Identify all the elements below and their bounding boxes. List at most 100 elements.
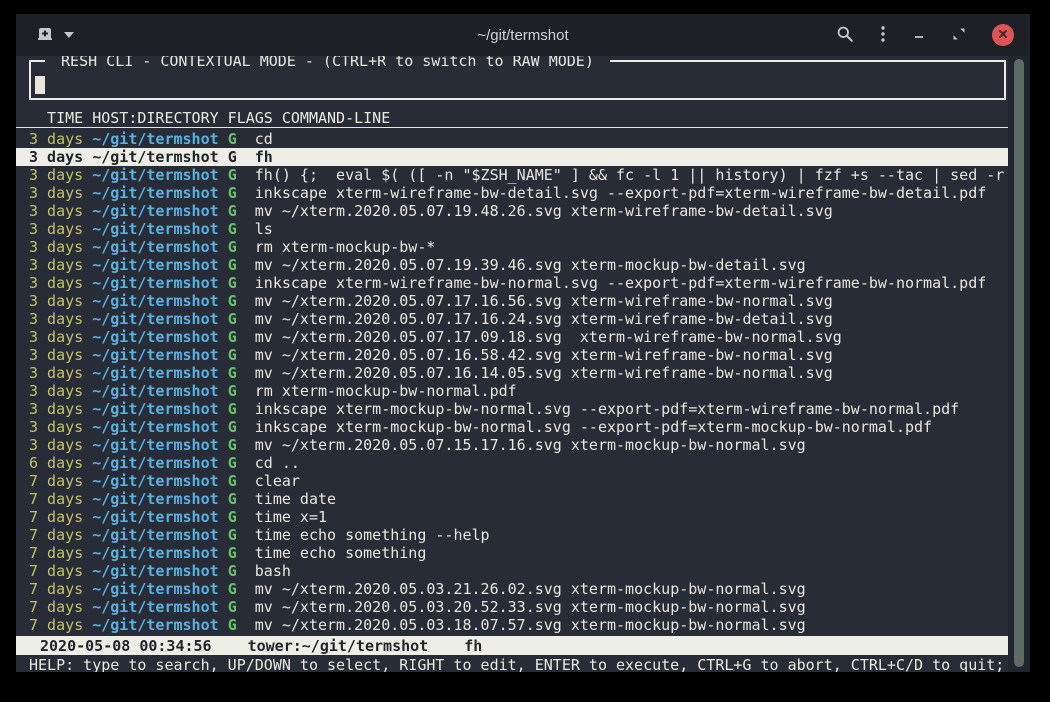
status-bar: 2020-05-08 00:34:56 tower:~/git/termshot… — [16, 636, 1008, 655]
history-row[interactable]: 3 days ~/git/termshot G mv ~/xterm.2020.… — [16, 436, 1008, 454]
status-host-dir: tower:~/git/termshot — [248, 637, 429, 655]
row-command: mv ~/xterm.2020.05.07.17.09.18.svg xterm… — [255, 328, 842, 346]
close-icon — [997, 28, 1009, 43]
row-command: mv ~/xterm.2020.05.07.15.17.16.svg xterm… — [255, 436, 806, 454]
history-row[interactable]: 7 days ~/git/termshot G time x=1 — [16, 508, 1008, 526]
search-box-title: RESH CLI - CONTEXTUAL MODE - (CTRL+R to … — [45, 56, 610, 70]
row-time: 3 days — [29, 256, 83, 274]
row-flags: G — [228, 562, 237, 580]
row-time: 3 days — [29, 274, 83, 292]
row-flags: G — [228, 580, 237, 598]
history-row[interactable]: 3 days ~/git/termshot G inkscape xterm-m… — [16, 418, 1008, 436]
row-time: 7 days — [29, 580, 83, 598]
history-row[interactable]: 3 days ~/git/termshot G mv ~/xterm.2020.… — [16, 256, 1008, 274]
history-row[interactable]: 6 days ~/git/termshot G cd .. — [16, 454, 1008, 472]
row-flags: G — [228, 490, 237, 508]
new-tab-button[interactable] — [36, 26, 54, 45]
row-time: 3 days — [29, 310, 83, 328]
history-row[interactable]: 3 days ~/git/termshot G inkscape xterm-w… — [16, 184, 1008, 202]
row-directory: ~/git/termshot — [92, 130, 218, 148]
row-directory: ~/git/termshot — [92, 418, 218, 436]
history-row[interactable]: 7 days ~/git/termshot G time date — [16, 490, 1008, 508]
row-directory: ~/git/termshot — [92, 508, 218, 526]
row-command: bash — [255, 562, 291, 580]
scrollbar-thumb[interactable] — [1014, 59, 1024, 667]
history-row[interactable]: 7 days ~/git/termshot G mv ~/xterm.2020.… — [16, 616, 1008, 634]
row-flags: G — [228, 274, 237, 292]
tab-dropdown-button[interactable] — [64, 32, 74, 38]
menu-button[interactable] — [880, 25, 886, 46]
search-icon — [836, 25, 854, 46]
new-tab-icon — [36, 26, 54, 45]
history-row[interactable]: 3 days ~/git/termshot G mv ~/xterm.2020.… — [16, 310, 1008, 328]
history-row[interactable]: 3 days ~/git/termshot G rm xterm-mockup-… — [16, 238, 1008, 256]
row-flags: G — [228, 346, 237, 364]
row-time: 3 days — [29, 382, 83, 400]
row-command: clear — [255, 472, 300, 490]
history-row[interactable]: 3 days ~/git/termshot G inkscape xterm-m… — [16, 400, 1008, 418]
history-row[interactable]: 3 days ~/git/termshot G inkscape xterm-w… — [16, 274, 1008, 292]
history-row[interactable]: 3 days ~/git/termshot G cd — [16, 130, 1008, 148]
row-flags: G — [228, 364, 237, 382]
row-flags: G — [228, 616, 237, 634]
row-command: cd — [255, 130, 273, 148]
terminal-window: ~/git/termshot — [16, 14, 1030, 672]
row-flags: G — [228, 148, 237, 166]
history-row[interactable]: 7 days ~/git/termshot G clear — [16, 472, 1008, 490]
history-row[interactable]: 3 days ~/git/termshot G rm xterm-mockup-… — [16, 382, 1008, 400]
desktop: { "window": { "title": "~/git/termshot",… — [0, 0, 1050, 702]
history-row[interactable]: 3 days ~/git/termshot G ls — [16, 220, 1008, 238]
row-command: rm xterm-mockup-bw-* — [255, 238, 436, 256]
row-directory: ~/git/termshot — [92, 454, 218, 472]
scrollbar[interactable] — [1008, 56, 1030, 672]
search-box[interactable]: RESH CLI - CONTEXTUAL MODE - (CTRL+R to … — [29, 60, 1006, 100]
row-directory: ~/git/termshot — [92, 490, 218, 508]
row-flags: G — [228, 166, 237, 184]
history-row[interactable]: 3 days ~/git/termshot G mv ~/xterm.2020.… — [16, 346, 1008, 364]
history-row[interactable]: 7 days ~/git/termshot G mv ~/xterm.2020.… — [16, 580, 1008, 598]
history-row[interactable]: 3 days ~/git/termshot G fh() {; eval $( … — [16, 166, 1008, 184]
row-directory: ~/git/termshot — [92, 562, 218, 580]
row-command: mv ~/xterm.2020.05.03.21.26.02.svg xterm… — [255, 580, 806, 598]
history-row[interactable]: 7 days ~/git/termshot G time echo someth… — [16, 526, 1008, 544]
row-directory: ~/git/termshot — [92, 274, 218, 292]
restore-button[interactable] — [952, 27, 966, 44]
row-flags: G — [228, 436, 237, 454]
row-time: 7 days — [29, 472, 83, 490]
row-time: 3 days — [29, 202, 83, 220]
row-flags: G — [228, 454, 237, 472]
row-time: 7 days — [29, 490, 83, 508]
row-time: 7 days — [29, 544, 83, 562]
row-directory: ~/git/termshot — [92, 598, 218, 616]
history-row[interactable]: 3 days ~/git/termshot G mv ~/xterm.2020.… — [16, 328, 1008, 346]
row-flags: G — [228, 418, 237, 436]
row-directory: ~/git/termshot — [92, 346, 218, 364]
row-flags: G — [228, 328, 237, 346]
history-row[interactable]: 7 days ~/git/termshot G bash — [16, 562, 1008, 580]
row-time: 3 days — [29, 364, 83, 382]
restore-icon — [952, 27, 966, 44]
history-row[interactable]: 7 days ~/git/termshot G time echo someth… — [16, 544, 1008, 562]
history-header: TIME HOST:DIRECTORY FLAGS COMMAND-LINE — [16, 109, 1008, 128]
minimize-button[interactable] — [912, 27, 926, 44]
row-directory: ~/git/termshot — [92, 580, 218, 598]
close-button[interactable] — [992, 24, 1014, 46]
row-time: 3 days — [29, 436, 83, 454]
row-time: 3 days — [29, 400, 83, 418]
history-row[interactable]: 7 days ~/git/termshot G mv ~/xterm.2020.… — [16, 598, 1008, 616]
help-line: HELP: type to search, UP/DOWN to select,… — [16, 656, 1008, 672]
titlebar[interactable]: ~/git/termshot — [16, 14, 1030, 56]
history-row[interactable]: 3 days ~/git/termshot G fh — [16, 148, 1008, 166]
row-command: time echo something — [255, 544, 427, 562]
row-flags: G — [228, 202, 237, 220]
row-time: 3 days — [29, 130, 83, 148]
search-button[interactable] — [836, 25, 854, 46]
row-time: 3 days — [29, 220, 83, 238]
terminal-screen[interactable]: RESH CLI - CONTEXTUAL MODE - (CTRL+R to … — [16, 56, 1030, 672]
history-row[interactable]: 3 days ~/git/termshot G mv ~/xterm.2020.… — [16, 202, 1008, 220]
row-command: fh() {; eval $( ([ -n "$ZSH_NAME" ] && f… — [255, 166, 1005, 184]
history-row[interactable]: 3 days ~/git/termshot G mv ~/xterm.2020.… — [16, 364, 1008, 382]
history-row[interactable]: 3 days ~/git/termshot G mv ~/xterm.2020.… — [16, 292, 1008, 310]
row-command: cd .. — [255, 454, 300, 472]
row-directory: ~/git/termshot — [92, 202, 218, 220]
